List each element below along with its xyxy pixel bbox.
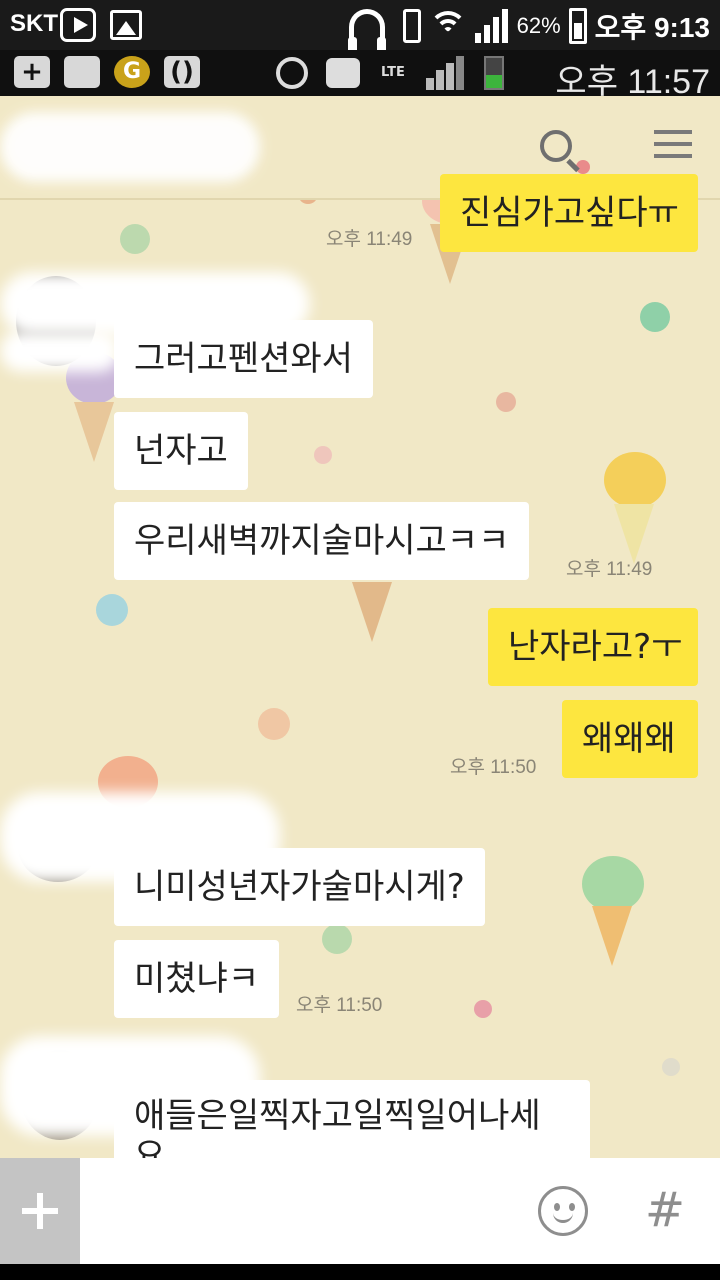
notification-badge: + [14,56,50,88]
message-bubble-incoming[interactable]: 그러고펜션와서 [114,320,373,398]
message-input-bar: # [0,1158,720,1264]
alarm-icon [276,57,308,89]
play-icon [60,8,96,42]
message-bubble-incoming[interactable]: 미쳤냐ㅋ [114,940,280,1018]
signal-icon [474,9,509,43]
decor-dot [258,708,290,740]
message-timestamp: 오후 11:49 [326,229,413,250]
ice-cream-cone [592,906,632,966]
bracket-notification-badge: () [164,56,200,88]
message-bubble-incoming[interactable]: 우리새벽까지술마시고ㅋㅋ [114,502,530,580]
message-text: 애들은일찍자고일찍일어나세요 [134,1096,541,1158]
ice-cream-cone [74,402,114,462]
ice-cream-scoop [582,856,644,912]
emoticon-icon[interactable] [538,1186,588,1236]
message-bubble-incoming[interactable]: 넌자고 [114,412,248,490]
chat-room[interactable]: 진심가고싶다ㅠ 오후 11:49 그러고펜션와서 넌자고 우리새벽까지술마시고ㅋ… [0,96,720,1158]
photo-status-bar: + G () LTE 오후 11:57 [0,50,720,101]
bottom-edge [0,1264,720,1280]
network-type: LTE [381,65,405,80]
g-notification-badge: G [114,56,150,88]
message-bubble-incoming[interactable]: 애들은일찍자고일찍일어나세요 [114,1080,590,1158]
phone-icon [402,9,421,43]
signal-icon [426,56,466,90]
decor-dot [640,302,670,332]
image-icon [110,10,142,40]
message-bubble-outgoing[interactable]: 난자라고?ㅜ [488,608,698,686]
menu-icon[interactable] [654,130,692,158]
battery-icon [484,56,504,90]
redacted-sender-name [0,330,120,372]
message-timestamp: 오후 11:50 [450,757,537,778]
decor-dot [322,924,352,954]
message-bubble-outgoing[interactable]: 진심가고싶다ㅠ [440,174,698,252]
search-icon[interactable] [540,130,590,174]
status-bar: SKT 62% 오후 9:13 [0,0,720,53]
decor-dot [474,1000,492,1018]
decor-dot [662,1058,680,1076]
message-bubble-outgoing[interactable]: 왜왜왜 [562,700,698,778]
ice-cream-scoop [604,452,666,508]
decor-dot [496,392,516,412]
message-bubble-incoming[interactable]: 니미성년자가술마시게? [114,848,485,926]
hash-button[interactable]: # [640,1180,690,1240]
decor-dot [96,594,128,626]
message-timestamp: 오후 11:50 [296,995,383,1016]
image-notification-icon [64,56,100,88]
message-input[interactable] [90,1174,510,1248]
bbm-icon [326,58,360,88]
decor-dot [120,224,150,254]
status-right: 62% 오후 9:13 [347,6,710,53]
battery-percentage: 62% [516,13,561,38]
headset-icon [347,9,386,53]
battery-icon [568,8,587,44]
decor-dot [314,446,332,464]
attach-plus-button[interactable] [0,1158,80,1264]
status-clock: 오후 9:13 [594,12,710,43]
redacted-chat-title [0,112,260,182]
wifi-icon [428,11,467,41]
message-timestamp: 오후 11:49 [566,559,653,580]
ice-cream-cone [352,582,392,642]
carrier-label: SKT [10,10,58,37]
